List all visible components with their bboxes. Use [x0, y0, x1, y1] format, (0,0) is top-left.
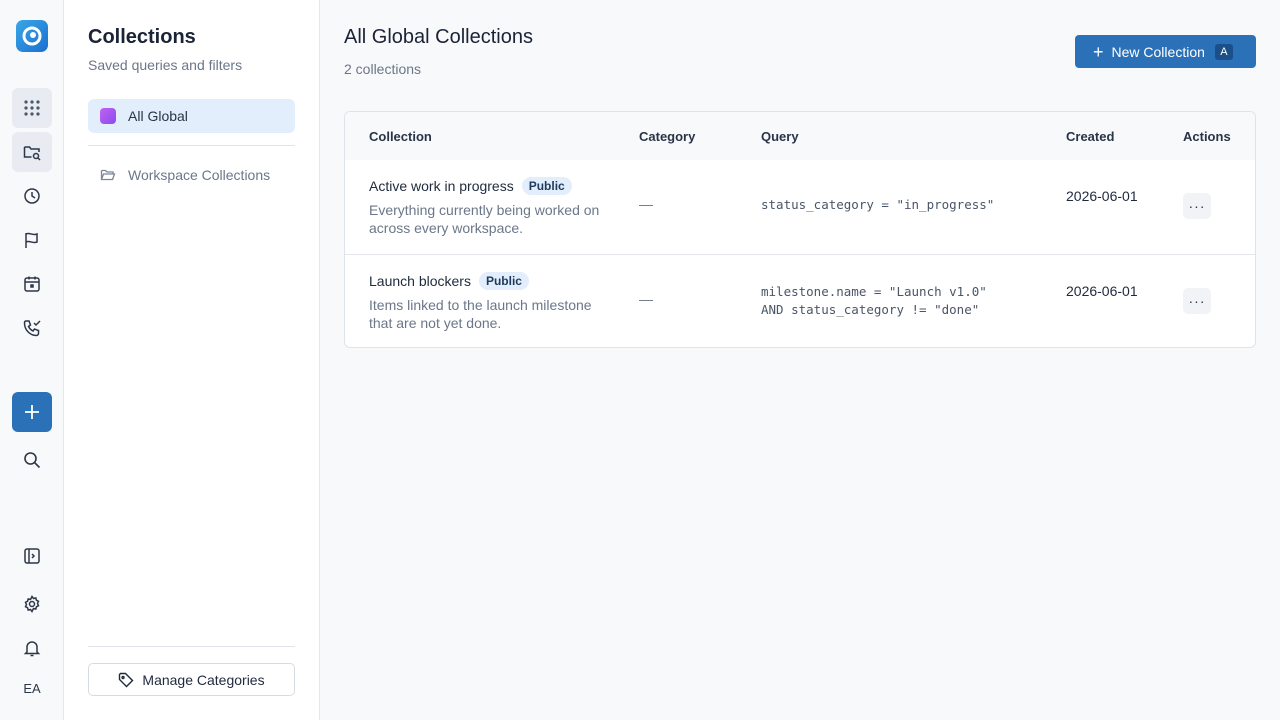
collection-name[interactable]: Launch blockers: [369, 273, 471, 289]
collection-category: —: [639, 196, 653, 212]
collection-query: milestone.name = "Launch v1.0" AND statu…: [761, 284, 987, 317]
collection-name[interactable]: Active work in progress: [369, 178, 514, 194]
icon-rail: EA: [0, 0, 64, 720]
divider: [88, 646, 295, 647]
page-title: All Global Collections: [344, 26, 533, 48]
search-icon[interactable]: [12, 440, 52, 480]
manage-categories-button[interactable]: Manage Categories: [88, 663, 295, 696]
divider: [88, 145, 295, 146]
calendar-icon[interactable]: [12, 264, 52, 304]
plus-icon[interactable]: [12, 392, 52, 432]
row-actions-button[interactable]: ···: [1183, 288, 1211, 314]
status-badge: Public: [521, 177, 572, 195]
table-row[interactable]: Launch blockers Public Items linked to t…: [345, 254, 1255, 347]
column-header-collection[interactable]: Collection: [369, 129, 432, 144]
column-header-category[interactable]: Category: [639, 129, 695, 144]
column-header-created[interactable]: Created: [1066, 129, 1114, 144]
sidebar-toggle-icon[interactable]: [12, 536, 52, 576]
collection-category: —: [639, 291, 653, 307]
new-collection-label: New Collection: [1111, 43, 1205, 60]
manage-categories-label: Manage Categories: [142, 671, 265, 688]
collection-description: Items linked to the launch milestone tha…: [369, 297, 592, 331]
collection-count: 2 collections: [344, 61, 422, 77]
row-actions-button[interactable]: ···: [1183, 193, 1211, 219]
folder-search-icon[interactable]: [12, 132, 52, 172]
collection-created: 2026-06-01: [1066, 283, 1138, 299]
phone-check-icon[interactable]: [12, 308, 52, 348]
column-header-query[interactable]: Query: [761, 129, 799, 144]
table-header: Collection Category Query Created Action…: [345, 112, 1255, 160]
nav-item-label: All Global: [128, 108, 188, 124]
plus-icon: +: [1093, 41, 1104, 62]
nav-item-all-global[interactable]: All Global: [88, 99, 295, 133]
table-row[interactable]: Active work in progress Public Everythin…: [345, 160, 1255, 254]
folder-open-icon: [100, 169, 116, 181]
nav-item-workspace-collections[interactable]: Workspace Collections: [88, 158, 295, 192]
collection-description: Everything currently being worked on acr…: [369, 202, 600, 236]
collections-table: Collection Category Query Created Action…: [344, 111, 1256, 348]
status-badge: Public: [478, 272, 529, 290]
app-logo[interactable]: [16, 20, 48, 52]
panel-subtitle: Saved queries and filters: [88, 57, 243, 73]
collection-query: status_category = "in_progress": [761, 197, 995, 212]
tag-icon: [119, 672, 134, 687]
collections-panel: Collections Saved queries and filters Al…: [64, 0, 320, 720]
avatar[interactable]: EA: [12, 676, 52, 700]
column-header-actions: Actions: [1183, 129, 1231, 144]
shortcut-badge: A: [1214, 43, 1233, 60]
gear-icon[interactable]: [12, 584, 52, 624]
grid-icon[interactable]: [12, 88, 52, 128]
flag-icon[interactable]: [12, 220, 52, 260]
bell-icon[interactable]: [12, 628, 52, 668]
new-collection-button[interactable]: + New Collection A: [1075, 35, 1256, 68]
nav-item-label: Workspace Collections: [128, 167, 271, 183]
collection-name-cell: Launch blockers Public: [369, 272, 529, 290]
logo-icon: [22, 26, 42, 46]
collection-name-cell: Active work in progress Public: [369, 177, 572, 195]
clock-icon[interactable]: [12, 176, 52, 216]
swatch-icon: [100, 108, 116, 124]
collection-created: 2026-06-01: [1066, 188, 1138, 204]
panel-title: Collections: [88, 26, 196, 48]
